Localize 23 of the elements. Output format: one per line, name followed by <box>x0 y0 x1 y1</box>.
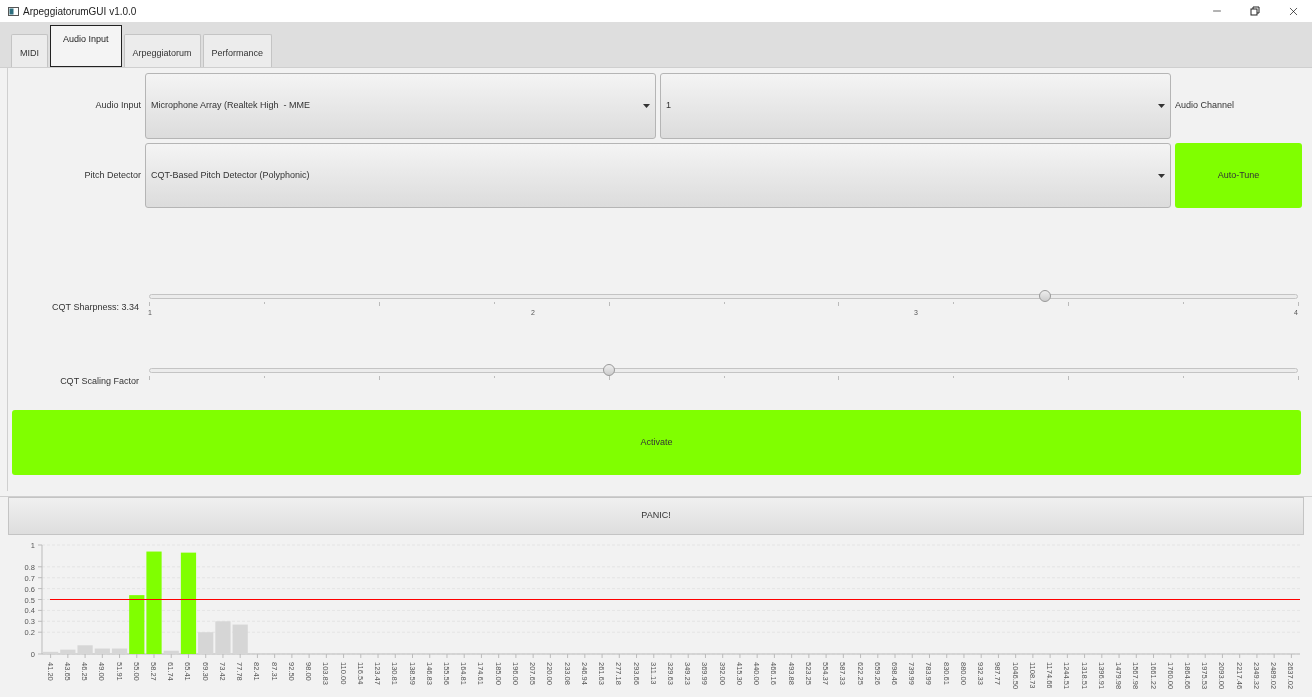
audio-channel-dropdown[interactable]: 1 <box>660 73 1171 139</box>
slider-label: CQT Scaling Factor <box>59 375 140 388</box>
dropdown-arrow-icon <box>643 104 650 108</box>
app-icon <box>8 6 19 16</box>
audio-input-dropdown[interactable]: Microphone Array (Realtek High - MME <box>145 73 656 139</box>
pitch-detector-dropdown[interactable]: CQT-Based Pitch Detector (Polyphonic) <box>145 143 1171 208</box>
tab[interactable]: Performance <box>202 34 273 67</box>
window-title: ArpeggiatorumGUI v1.0.0 <box>23 4 137 19</box>
tab[interactable]: MIDI <box>11 34 48 67</box>
slider-thumb[interactable] <box>1038 290 1051 302</box>
slider-thumb[interactable] <box>602 364 615 376</box>
panic-button[interactable]: PANIC! <box>8 497 1304 535</box>
field-label: Pitch Detector <box>83 168 141 182</box>
restore-icon <box>1250 6 1260 16</box>
activate-button[interactable]: Activate <box>12 410 1301 475</box>
field-label: Audio Input <box>94 99 141 113</box>
slider-label: CQT Sharpness: 3.34 <box>51 301 140 314</box>
tab[interactable]: Audio Input <box>50 25 122 67</box>
auto-tune-button[interactable]: Auto-Tune <box>1175 143 1302 208</box>
dropdown-arrow-icon <box>1158 173 1165 178</box>
tab[interactable]: Arpeggiatorum <box>123 34 201 67</box>
dropdown-arrow-icon <box>1158 104 1165 108</box>
field-label: Audio Channel <box>1175 99 1235 113</box>
